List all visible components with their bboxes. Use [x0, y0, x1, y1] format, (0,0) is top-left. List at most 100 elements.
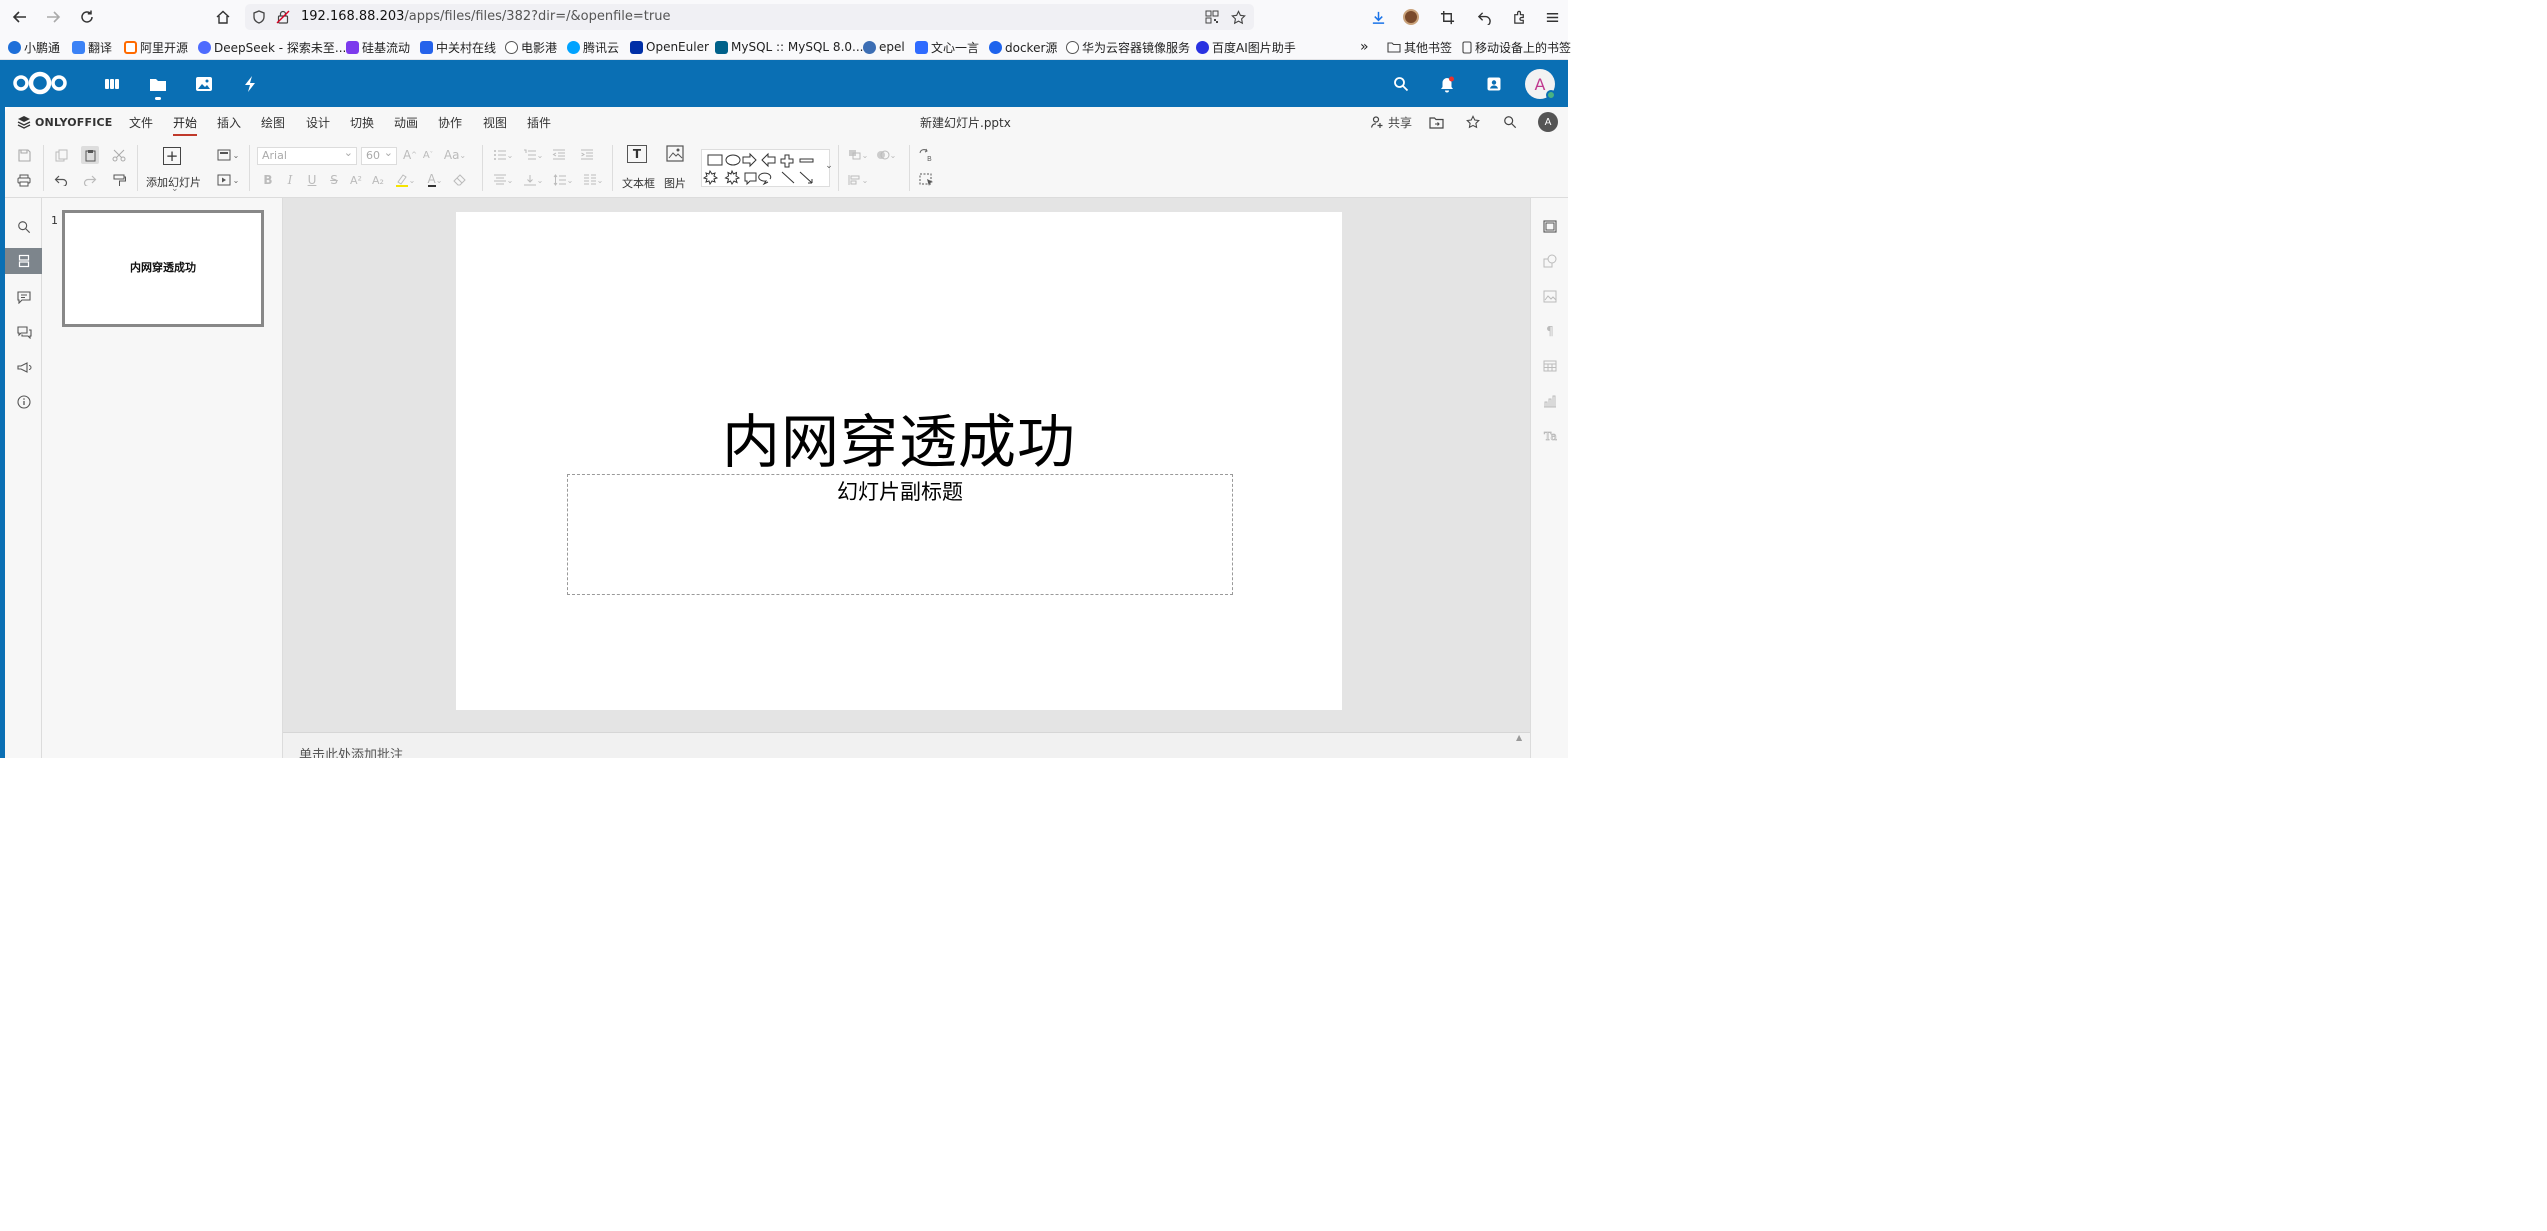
- decrease-font-icon[interactable]: Aˇ: [419, 146, 437, 164]
- redo-icon[interactable]: [81, 171, 99, 189]
- bookmark-item[interactable]: 电影港: [505, 39, 557, 55]
- format-painter-icon[interactable]: [110, 171, 128, 189]
- bookmark-item[interactable]: docker源: [989, 39, 1057, 55]
- columns-icon[interactable]: ⌄: [580, 171, 606, 189]
- chart-settings-icon[interactable]: [1541, 392, 1559, 410]
- font-name-select[interactable]: Arial: [257, 145, 357, 165]
- tab-draw[interactable]: 绘图: [261, 114, 285, 134]
- vertical-align-icon[interactable]: ⌄: [520, 171, 546, 189]
- extensions-icon[interactable]: [1508, 6, 1530, 28]
- undo-arrow-icon[interactable]: [1473, 6, 1495, 28]
- search-icon[interactable]: [1389, 72, 1413, 96]
- bookmark-item[interactable]: OpenEuler: [630, 39, 709, 55]
- open-location-icon[interactable]: [1429, 113, 1444, 131]
- arrange-icon[interactable]: ⌄: [845, 146, 871, 164]
- bookmark-star-icon[interactable]: [1229, 8, 1247, 26]
- speaker-notes[interactable]: 单击此处添加批注: [283, 732, 1530, 758]
- bookmark-item[interactable]: 小鹏通: [8, 39, 60, 55]
- bookmark-item[interactable]: 硅基流动: [346, 39, 410, 55]
- photos-app-icon[interactable]: [192, 72, 216, 96]
- reload-icon[interactable]: [76, 6, 98, 28]
- replace-icon[interactable]: B: [917, 146, 935, 164]
- slide-title[interactable]: 内网穿透成功: [456, 395, 1342, 479]
- increase-font-icon[interactable]: A ^: [401, 146, 419, 164]
- underline-icon[interactable]: U: [303, 171, 321, 189]
- tab-transitions[interactable]: 切换: [350, 114, 374, 134]
- find-icon[interactable]: [14, 217, 34, 237]
- paste-icon[interactable]: [81, 146, 99, 164]
- italic-icon[interactable]: I: [281, 171, 299, 189]
- tab-home[interactable]: 开始: [173, 114, 198, 136]
- activity-app-icon[interactable]: [238, 72, 262, 96]
- change-case-icon[interactable]: Aa ⌄: [442, 146, 468, 164]
- slide-layout-icon[interactable]: ⌄: [214, 146, 242, 164]
- tab-collaboration[interactable]: 协作: [438, 114, 462, 134]
- chat-icon[interactable]: [14, 322, 34, 342]
- scroll-up-arrow[interactable]: ▲: [1516, 733, 1526, 743]
- image-settings-icon[interactable]: [1541, 287, 1559, 305]
- copy-icon[interactable]: [52, 146, 70, 164]
- undo-icon[interactable]: [52, 171, 70, 189]
- subscript-icon[interactable]: A₂: [369, 171, 387, 189]
- notifications-bell-icon[interactable]: [1435, 72, 1459, 96]
- comments-icon[interactable]: [14, 287, 34, 307]
- slides-panel-icon[interactable]: [5, 248, 42, 274]
- tab-file[interactable]: 文件: [129, 114, 153, 134]
- menu-icon[interactable]: [1541, 6, 1563, 28]
- back-icon[interactable]: [9, 6, 31, 28]
- favorite-star-icon[interactable]: [1466, 113, 1480, 131]
- font-size-select[interactable]: 60: [361, 145, 397, 165]
- editor-user-avatar[interactable]: A: [1538, 112, 1558, 132]
- bookmark-item[interactable]: MySQL :: MySQL 8.0...: [715, 39, 863, 55]
- bookmark-item[interactable]: 翻译: [72, 39, 112, 55]
- font-color-icon[interactable]: A ⌄: [422, 171, 448, 189]
- group-icon[interactable]: ⌄: [873, 146, 899, 164]
- bookmark-item[interactable]: 百度AI图片助手: [1196, 39, 1296, 55]
- horizontal-align-icon[interactable]: ⌄: [490, 171, 516, 189]
- bullets-icon[interactable]: ⌄: [490, 146, 516, 164]
- slide[interactable]: 内网穿透成功 幻灯片副标题: [456, 212, 1342, 710]
- announcement-icon[interactable]: [14, 357, 34, 377]
- dashboard-app-icon[interactable]: [100, 72, 124, 96]
- bookmark-item[interactable]: 华为云容器镜像服务: [1066, 39, 1190, 55]
- other-bookmarks-folder[interactable]: 其他书签: [1387, 39, 1452, 55]
- qr-code-icon[interactable]: [1203, 8, 1221, 26]
- increase-indent-icon[interactable]: [578, 146, 596, 164]
- text-box-button[interactable]: 文本框: [622, 175, 655, 191]
- clear-style-icon[interactable]: [451, 171, 469, 189]
- editor-search-icon[interactable]: [1503, 113, 1517, 131]
- tab-animation[interactable]: 动画: [394, 114, 418, 134]
- bookmark-item[interactable]: epel: [863, 39, 905, 55]
- tab-plugins[interactable]: 插件: [527, 114, 551, 134]
- info-icon[interactable]: [14, 392, 34, 412]
- profile-avatar[interactable]: [1400, 6, 1422, 28]
- bookmark-item[interactable]: 腾讯云: [567, 39, 619, 55]
- tab-design[interactable]: 设计: [306, 114, 330, 134]
- bookmarks-overflow-button[interactable]: »: [1360, 39, 1369, 55]
- decrease-indent-icon[interactable]: [550, 146, 568, 164]
- start-slideshow-icon[interactable]: ⌄: [214, 171, 242, 189]
- shape-gallery-expand[interactable]: ⌄: [820, 157, 838, 175]
- table-settings-icon[interactable]: [1541, 357, 1559, 375]
- add-slide-dropdown-arrow[interactable]: ⌄: [171, 184, 179, 194]
- files-app-icon[interactable]: [146, 72, 170, 100]
- save-icon[interactable]: [15, 146, 33, 164]
- picture-button[interactable]: 图片: [664, 175, 686, 191]
- text-art-settings-icon[interactable]: Ta: [1541, 427, 1559, 445]
- home-icon[interactable]: [212, 6, 234, 28]
- forward-icon[interactable]: [42, 6, 64, 28]
- align-shapes-icon[interactable]: ⌄: [845, 171, 871, 189]
- nextcloud-logo[interactable]: [12, 70, 68, 99]
- contacts-icon[interactable]: [1482, 72, 1506, 96]
- bookmark-item[interactable]: 阿里开源: [124, 39, 188, 55]
- tab-view[interactable]: 视图: [483, 114, 507, 134]
- add-slide-icon[interactable]: +: [163, 147, 181, 165]
- shape-settings-icon[interactable]: [1541, 252, 1559, 270]
- downloads-icon[interactable]: [1367, 6, 1389, 28]
- picture-icon[interactable]: [666, 145, 684, 165]
- subtitle-placeholder[interactable]: 幻灯片副标题: [567, 474, 1233, 595]
- insecure-lock-icon[interactable]: [274, 8, 292, 26]
- crop-icon[interactable]: [1436, 6, 1458, 28]
- text-box-icon[interactable]: T: [627, 145, 647, 163]
- slide-settings-icon[interactable]: [1541, 217, 1559, 235]
